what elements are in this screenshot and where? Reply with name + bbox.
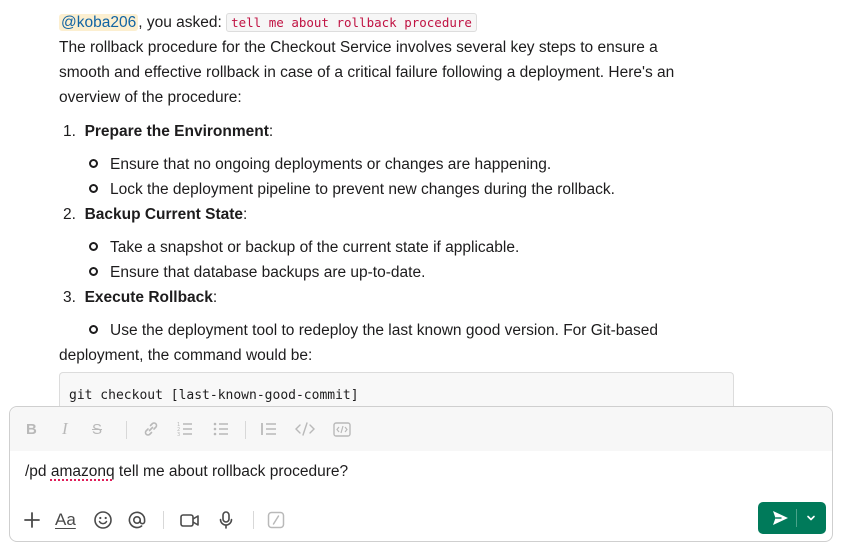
blockquote-icon[interactable] — [260, 419, 278, 439]
continuation-line: deployment, the command would be: — [59, 347, 313, 364]
step-3-bullet-1: Use the deployment tool to redeploy the … — [89, 318, 658, 343]
bullet-icon — [89, 267, 98, 276]
formatting-toolbar: B I S 123 — [10, 407, 832, 451]
text-format-toggle[interactable]: Aa — [55, 509, 76, 531]
toolbar-divider — [245, 421, 246, 439]
mention-icon[interactable] — [127, 509, 147, 531]
message-input[interactable]: /pd amazonq tell me about rollback proce… — [25, 463, 348, 481]
step-2-title: Backup Current State — [84, 206, 244, 223]
intro-line-3: overview of the procedure: — [59, 89, 242, 106]
svg-text:3: 3 — [177, 432, 180, 438]
send-icon[interactable] — [770, 508, 790, 533]
link-icon[interactable] — [142, 419, 160, 439]
step-2-bullet-1: Take a snapshot or backup of the current… — [89, 235, 519, 260]
step-1-bullet-1: Ensure that no ongoing deployments or ch… — [89, 152, 551, 177]
italic-button[interactable]: I — [62, 419, 68, 439]
intro-line-1: The rollback procedure for the Checkout … — [59, 39, 658, 56]
bullet-icon — [89, 159, 98, 168]
step-2: 2. Backup Current State: — [63, 206, 248, 223]
intro-line-2: smooth and effective rollback in case of… — [59, 64, 675, 81]
step-1: 1. Prepare the Environment: — [63, 123, 274, 140]
strikethrough-button[interactable]: S — [92, 419, 102, 439]
asked-prefix: , you asked: — [138, 14, 227, 31]
code-icon[interactable] — [294, 419, 316, 439]
query-code: tell me about rollback procedure — [226, 13, 477, 32]
emoji-icon[interactable] — [93, 509, 113, 531]
chevron-down-icon[interactable] — [803, 510, 819, 531]
toolbar-divider — [253, 511, 254, 529]
microphone-icon[interactable] — [216, 509, 236, 531]
step-2-bullet-2: Ensure that database backups are up-to-d… — [89, 260, 425, 285]
step-3: 3. Execute Rollback: — [63, 289, 218, 306]
bullet-icon — [89, 325, 98, 334]
shortcuts-icon[interactable] — [266, 509, 286, 531]
step-1-bullet-2: Lock the deployment pipeline to prevent … — [89, 177, 615, 202]
bold-button[interactable]: B — [26, 419, 37, 439]
message-composer[interactable]: B I S 123 /pd amazonq tell me about roll… — [9, 406, 833, 542]
bullet-icon — [89, 242, 98, 251]
send-divider — [796, 509, 797, 527]
video-icon[interactable] — [179, 509, 201, 531]
bullet-icon — [89, 184, 98, 193]
code-block-icon[interactable] — [332, 419, 352, 439]
step-1-title: Prepare the Environment — [84, 123, 269, 140]
user-mention[interactable]: @koba206 — [59, 14, 139, 31]
send-button[interactable] — [758, 502, 826, 534]
ordered-list-icon[interactable]: 123 — [176, 419, 194, 439]
misspelled-word[interactable]: amazonq — [51, 463, 115, 480]
plus-icon[interactable] — [22, 509, 42, 531]
bulleted-list-icon[interactable] — [212, 419, 230, 439]
toolbar-divider — [163, 511, 164, 529]
toolbar-divider — [126, 421, 127, 439]
question-line: @koba206, you asked: tell me about rollb… — [59, 10, 477, 35]
step-3-title: Execute Rollback — [84, 289, 213, 306]
